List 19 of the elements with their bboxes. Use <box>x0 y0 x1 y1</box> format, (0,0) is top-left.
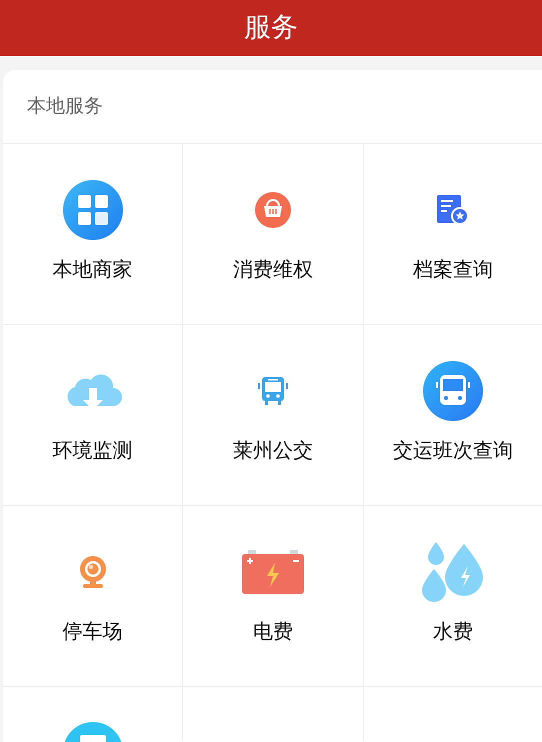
service-label[interactable]: 电费 <box>253 616 293 646</box>
service-label[interactable]: 停车场 <box>62 616 122 646</box>
service-label[interactable]: 本地商家 <box>52 254 132 284</box>
basket-icon <box>255 192 291 228</box>
bus-icon <box>257 376 289 406</box>
battery-icon <box>242 550 304 594</box>
grid-icon <box>62 179 124 241</box>
document-icon <box>437 195 469 225</box>
service-label[interactable]: 档案查询 <box>413 254 493 284</box>
service-label[interactable]: 环境监测 <box>52 435 132 465</box>
section-title: 本地服务 <box>27 94 103 120</box>
page-title: 服务 <box>244 10 298 45</box>
service-label[interactable]: 消费维权 <box>233 254 313 284</box>
service-label[interactable]: 交运班次查询 <box>393 435 513 465</box>
service-label[interactable]: 莱州公交 <box>233 435 313 465</box>
service-label[interactable]: 水费 <box>433 616 473 646</box>
bus-icon <box>422 360 484 422</box>
webcam-icon <box>78 555 106 589</box>
water-drop-icon <box>422 542 484 602</box>
